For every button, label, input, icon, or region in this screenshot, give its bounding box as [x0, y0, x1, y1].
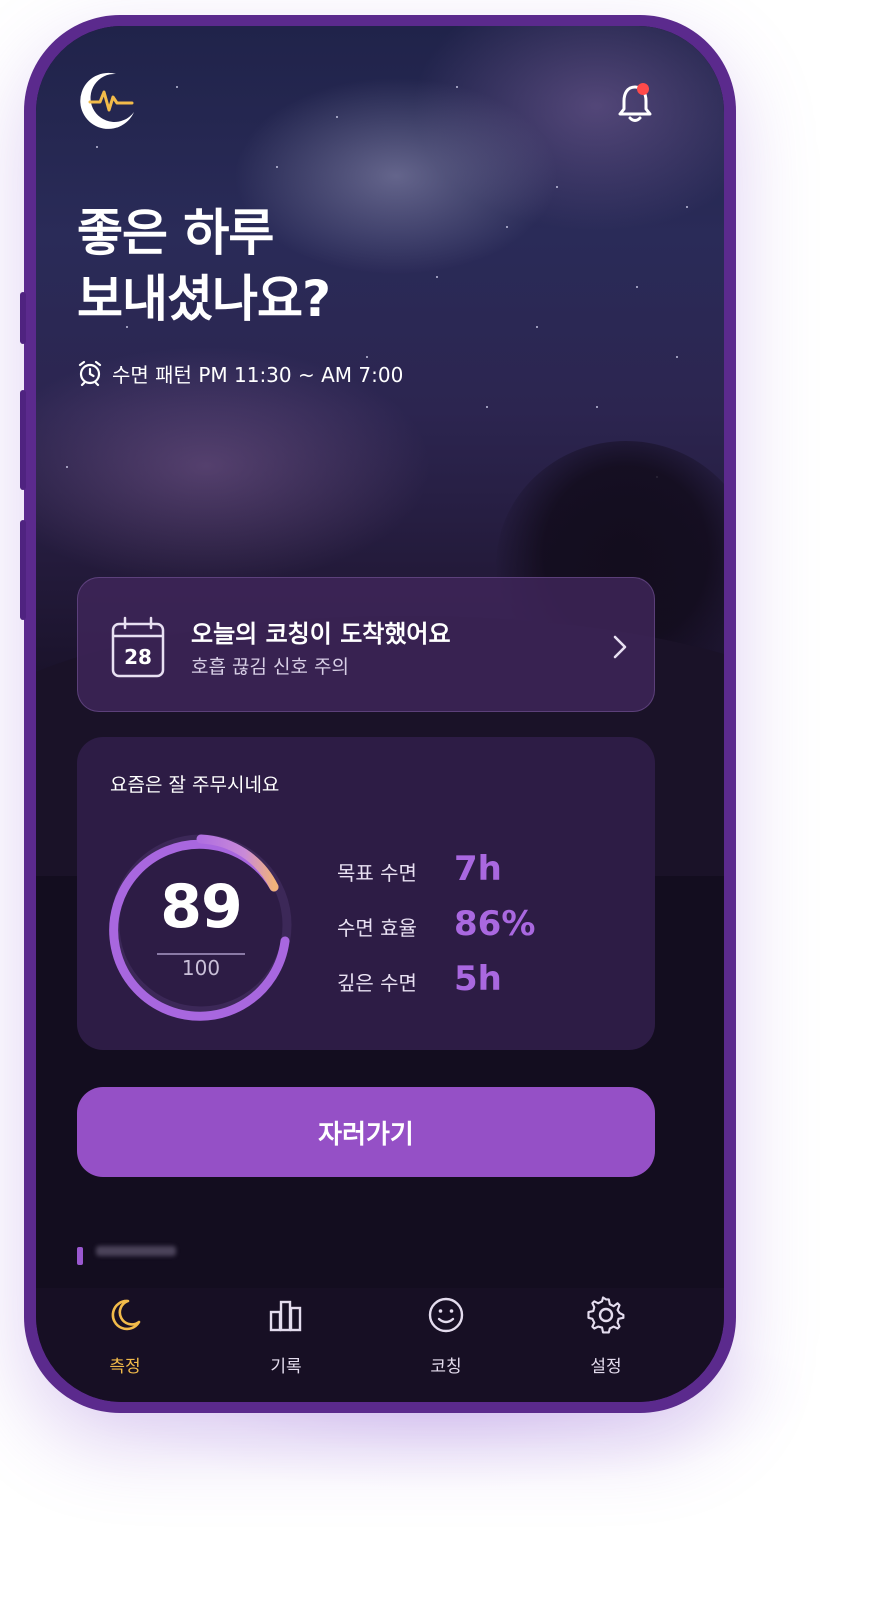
tab-label-measure: 측정: [109, 1357, 141, 1377]
tab-label-coaching: 코칭: [430, 1357, 462, 1377]
gear-icon: [587, 1296, 625, 1334]
metric-value-efficiency: 86%: [454, 904, 536, 944]
coaching-subtitle: 호흡 끊김 신호 주의: [191, 656, 349, 678]
metric-label-efficiency: 수면 효율: [337, 916, 417, 940]
score-caption: 요즘은 잘 주무시네요: [110, 774, 280, 796]
tab-history[interactable]: 기록: [231, 1282, 341, 1377]
greeting-line-1: 좋은 하루: [77, 204, 274, 262]
tab-settings[interactable]: 설정: [551, 1282, 661, 1377]
metric-value-target: 7h: [454, 849, 502, 889]
alarm-clock-icon: [78, 360, 102, 387]
smile-icon: [428, 1297, 464, 1333]
bell-icon[interactable]: [615, 82, 655, 124]
go-to-sleep-button[interactable]: 자러가기: [77, 1087, 655, 1177]
greeting-heading: 좋은 하루 보내셨나요?: [77, 200, 497, 332]
sleep-pattern-text: 수면 패턴 PM 11:30 ~ AM 7:00: [112, 362, 404, 387]
tab-measure[interactable]: 측정: [70, 1282, 180, 1377]
sleep-score-value: 89: [160, 872, 243, 942]
phone-side-button: [20, 292, 26, 344]
calendar-day: 28: [124, 645, 152, 669]
bar-chart-icon: [269, 1300, 302, 1332]
tab-label-history: 기록: [270, 1357, 302, 1377]
metric-value-deep: 5h: [454, 959, 502, 999]
coaching-title: 오늘의 코칭이 도착했어요: [191, 620, 451, 648]
metric-label-deep: 깊은 수면: [337, 971, 417, 995]
chevron-right-icon: [613, 635, 627, 659]
calendar-icon: 28: [111, 616, 165, 678]
score-divider: [157, 953, 245, 955]
tab-coaching[interactable]: 코칭: [391, 1282, 501, 1377]
sleep-score-max: 100: [181, 956, 221, 980]
coaching-card[interactable]: 28 오늘의 코칭이 도착했어요 호흡 끊김 신호 주의: [77, 577, 655, 712]
moon-heartbeat-icon: [80, 72, 134, 129]
sleep-score-card: 요즘은 잘 주무시네요 89 100 목표 수면 7h 수면 효율 86% 깊은…: [77, 737, 655, 1050]
tab-label-settings: 설정: [590, 1357, 622, 1377]
section-marker: [77, 1247, 83, 1265]
notification-dot: [637, 83, 649, 95]
section-title-obscured: [96, 1246, 176, 1256]
sleep-pattern: 수면 패턴 PM 11:30 ~ AM 7:00: [76, 358, 403, 388]
phone-side-button: [20, 520, 26, 620]
metric-label-target: 목표 수면: [337, 861, 417, 885]
phone-side-button: [20, 390, 26, 490]
moon-icon: [111, 1299, 141, 1331]
greeting-line-2: 보내셨나요?: [77, 270, 331, 328]
